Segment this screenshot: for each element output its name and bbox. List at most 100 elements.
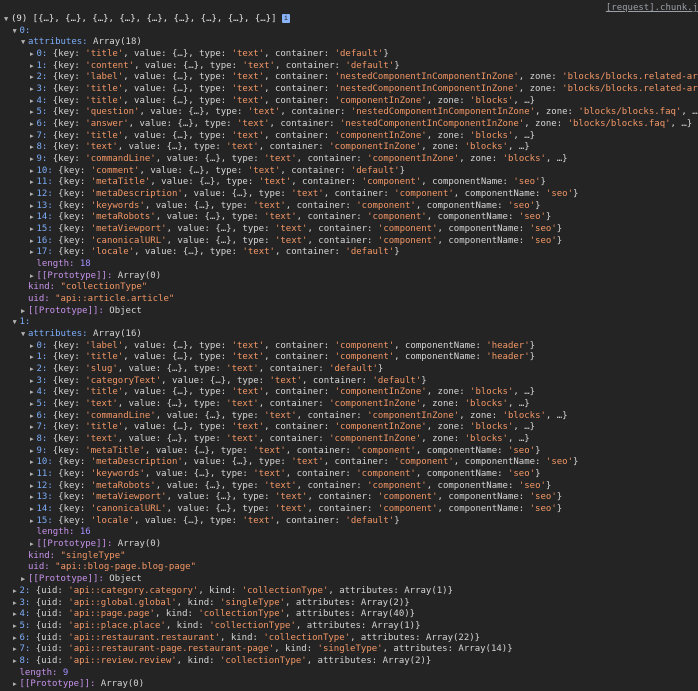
tree-row[interactable]: ▶3: {uid: 'api::global.global', kind: 's…: [13, 598, 698, 610]
expand-arrow-right-icon[interactable]: ▶: [21, 306, 28, 318]
tree-row[interactable]: ▶6: {key: 'answer', value: {…}, type: 't…: [30, 119, 698, 131]
expand-arrow-right-icon[interactable]: ▶: [30, 212, 37, 224]
expand-arrow-down-icon[interactable]: ▼: [13, 26, 20, 38]
tree-row[interactable]: ▶8: {key: 'text', value: {…}, type: 'tex…: [30, 142, 698, 154]
tree-row[interactable]: ▶15: {key: 'locale', value: {…}, type: '…: [30, 516, 698, 528]
tree-row[interactable]: ▶2: {uid: 'api::category.category', kind…: [13, 586, 698, 598]
tree-row[interactable]: ▶4: {uid: 'api::page.page', kind: 'colle…: [13, 609, 698, 621]
tree-row[interactable]: ▶7: {key: 'title', value: {…}, type: 'te…: [30, 131, 698, 143]
expand-arrow-right-icon[interactable]: ▶: [30, 422, 37, 434]
tree-row[interactable]: ▶4: {key: 'title', value: {…}, type: 'te…: [30, 387, 698, 399]
tree-row[interactable]: ▶5: {uid: 'api::place.place', kind: 'col…: [13, 621, 698, 633]
expand-arrow-right-icon[interactable]: ▶: [30, 119, 37, 131]
expand-arrow-down-icon[interactable]: ▼: [4, 14, 11, 26]
tree-row[interactable]: ▶3: {key: 'categoryText', value: {…}, ty…: [30, 376, 698, 388]
expand-arrow-right-icon[interactable]: ▶: [30, 457, 37, 469]
expand-arrow-right-icon[interactable]: ▶: [30, 504, 37, 516]
source-link[interactable]: [request].chunk.j: [606, 3, 698, 13]
expand-arrow-down-icon[interactable]: ▼: [21, 37, 28, 49]
expand-arrow-right-icon[interactable]: ▶: [13, 656, 20, 668]
tree-row[interactable]: ▶6: {key: 'commandLine', value: {…}, typ…: [30, 411, 698, 423]
expand-arrow-right-icon[interactable]: ▶: [30, 72, 37, 84]
expand-arrow-right-icon[interactable]: ▶: [30, 96, 37, 108]
tree-row[interactable]: ▶[[Prototype]]: Object: [21, 306, 698, 318]
expand-arrow-right-icon[interactable]: ▶: [30, 142, 37, 154]
expand-arrow-right-icon[interactable]: ▶: [30, 352, 37, 364]
expand-arrow-right-icon[interactable]: ▶: [30, 131, 37, 143]
expand-arrow-right-icon[interactable]: ▶: [30, 84, 37, 96]
tree-row[interactable]: ▶11: {key: 'keywords', value: {…}, type:…: [30, 469, 698, 481]
tree-row[interactable]: ▶11: {key: 'metaTitle', value: {…}, type…: [30, 177, 698, 189]
expand-arrow-right-icon[interactable]: ▶: [30, 481, 37, 493]
expand-arrow-right-icon[interactable]: ▶: [13, 609, 20, 621]
tree-row[interactable]: ▶8: {key: 'text', value: {…}, type: 'tex…: [30, 434, 698, 446]
tree-row[interactable]: ▶1: {key: 'title', value: {…}, type: 'te…: [30, 352, 698, 364]
expand-arrow-right-icon[interactable]: ▶: [13, 598, 20, 610]
expand-arrow-right-icon[interactable]: ▶: [30, 411, 37, 423]
expand-arrow-right-icon[interactable]: ▶: [30, 341, 37, 353]
expand-arrow-right-icon[interactable]: ▶: [13, 679, 20, 691]
tree-row[interactable]: ▶13: {key: 'metaViewport', value: {…}, t…: [30, 492, 698, 504]
tree-row[interactable]: ▶[[Prototype]]: Array(0): [13, 679, 698, 691]
expand-arrow-down-icon[interactable]: ▼: [13, 317, 20, 329]
info-icon[interactable]: i: [282, 14, 290, 23]
expand-arrow-right-icon[interactable]: ▶: [30, 224, 37, 236]
tree-row[interactable]: ▶2: {key: 'slug', value: {…}, type: 'tex…: [30, 364, 698, 376]
tree-row[interactable]: ▶13: {key: 'keywords', value: {…}, type:…: [30, 201, 698, 213]
expand-arrow-right-icon[interactable]: ▶: [30, 177, 37, 189]
tree-row[interactable]: ▶10: {key: 'metaDescription', value: {…}…: [30, 457, 698, 469]
tree-row[interactable]: ▶3: {key: 'title', value: {…}, type: 'te…: [30, 84, 698, 96]
expand-arrow-right-icon[interactable]: ▶: [30, 247, 37, 259]
expand-arrow-right-icon[interactable]: ▶: [13, 633, 20, 645]
tree-row[interactable]: ▶4: {key: 'title', value: {…}, type: 'te…: [30, 96, 698, 108]
tree-row[interactable]: ▶5: {key: 'text', value: {…}, type: 'tex…: [30, 399, 698, 411]
expand-arrow-right-icon[interactable]: ▶: [21, 574, 28, 586]
tree-row[interactable]: ▶[[Prototype]]: Array(0): [30, 271, 698, 283]
tree-row[interactable]: ▶15: {key: 'metaViewport', value: {…}, t…: [30, 224, 698, 236]
tree-row[interactable]: ▶7: {key: 'title', value: {…}, type: 'te…: [30, 422, 698, 434]
tree-row[interactable]: ▶9: {key: 'commandLine', value: {…}, typ…: [30, 154, 698, 166]
expand-arrow-right-icon[interactable]: ▶: [13, 621, 20, 633]
expand-arrow-right-icon[interactable]: ▶: [13, 586, 20, 598]
tree-row[interactable]: ▶0: {key: 'label', value: {…}, type: 'te…: [30, 341, 698, 353]
tree-row[interactable]: ▶8: {uid: 'api::review.review', kind: 'c…: [13, 656, 698, 668]
tree-row[interactable]: ▶14: {key: 'metaRobots', value: {…}, typ…: [30, 212, 698, 224]
expand-arrow-right-icon[interactable]: ▶: [30, 376, 37, 388]
tree-row[interactable]: ▶7: {uid: 'api::restaurant-page.restaura…: [13, 644, 698, 656]
expand-arrow-right-icon[interactable]: ▶: [30, 49, 37, 61]
tree-row[interactable]: ▶[[Prototype]]: Object: [21, 574, 698, 586]
tree-row[interactable]: ▼attributes: Array(16): [21, 329, 698, 341]
tree-row[interactable]: ▶14: {key: 'canonicalURL', value: {…}, t…: [30, 504, 698, 516]
expand-arrow-right-icon[interactable]: ▶: [30, 539, 37, 551]
expand-arrow-right-icon[interactable]: ▶: [30, 469, 37, 481]
tree-row[interactable]: ▶5: {key: 'question', value: {…}, type: …: [30, 107, 698, 119]
tree-row[interactable]: ▶9: {key: 'metaTitle', value: {…}, type:…: [30, 446, 698, 458]
expand-arrow-right-icon[interactable]: ▶: [30, 201, 37, 213]
tree-row[interactable]: ▶0: {key: 'title', value: {…}, type: 'te…: [30, 49, 698, 61]
expand-arrow-right-icon[interactable]: ▶: [30, 107, 37, 119]
expand-arrow-right-icon[interactable]: ▶: [30, 364, 37, 376]
tree-row[interactable]: ▶12: {key: 'metaRobots', value: {…}, typ…: [30, 481, 698, 493]
expand-arrow-right-icon[interactable]: ▶: [30, 446, 37, 458]
tree-row[interactable]: ▶16: {key: 'canonicalURL', value: {…}, t…: [30, 236, 698, 248]
expand-arrow-right-icon[interactable]: ▶: [30, 166, 37, 178]
expand-arrow-right-icon[interactable]: ▶: [30, 492, 37, 504]
tree-row[interactable]: ▼1:: [13, 317, 698, 329]
expand-arrow-right-icon[interactable]: ▶: [30, 61, 37, 73]
expand-arrow-right-icon[interactable]: ▶: [30, 434, 37, 446]
tree-row[interactable]: ▼0:: [13, 26, 698, 38]
expand-arrow-right-icon[interactable]: ▶: [13, 644, 20, 656]
tree-row[interactable]: ▼attributes: Array(18): [21, 37, 698, 49]
tree-row[interactable]: ▶[[Prototype]]: Array(0): [30, 539, 698, 551]
tree-row[interactable]: ▶6: {uid: 'api::restaurant.restaurant', …: [13, 633, 698, 645]
tree-row[interactable]: ▶2: {key: 'label', value: {…}, type: 'te…: [30, 72, 698, 84]
expand-arrow-right-icon[interactable]: ▶: [30, 399, 37, 411]
expand-arrow-down-icon[interactable]: ▼: [21, 329, 28, 341]
expand-arrow-right-icon[interactable]: ▶: [30, 516, 37, 528]
expand-arrow-right-icon[interactable]: ▶: [30, 387, 37, 399]
expand-arrow-right-icon[interactable]: ▶: [30, 189, 37, 201]
tree-row[interactable]: ▶17: {key: 'locale', value: {…}, type: '…: [30, 247, 698, 259]
tree-row[interactable]: ▶10: {key: 'comment', value: {…}, type: …: [30, 166, 698, 178]
tree-row[interactable]: ▶12: {key: 'metaDescription', value: {…}…: [30, 189, 698, 201]
expand-arrow-right-icon[interactable]: ▶: [30, 236, 37, 248]
